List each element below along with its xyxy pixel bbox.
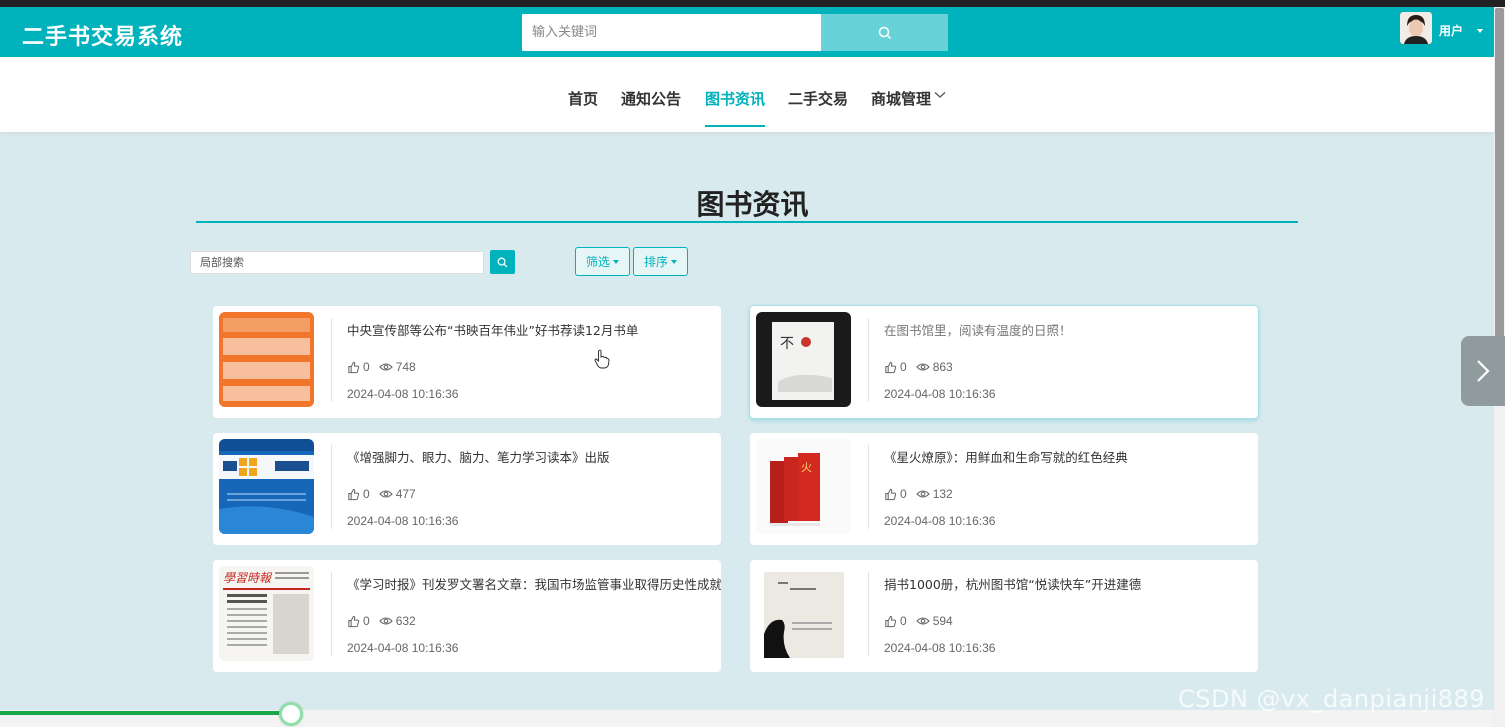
like-count: 0 <box>363 614 370 628</box>
view-count: 477 <box>395 487 416 501</box>
view-count: 132 <box>932 487 953 501</box>
like-count: 0 <box>900 614 907 628</box>
window-top-strip <box>0 0 1505 7</box>
article-stats: 0 863 <box>884 360 953 374</box>
nav-mall-management[interactable]: 商城管理 <box>871 88 931 109</box>
article-date: 2024-04-08 10:16:36 <box>884 514 996 528</box>
article-date: 2024-04-08 10:16:36 <box>884 641 996 655</box>
article-title[interactable]: 《学习时报》刊发罗文署名文章：我国市场监管事业取得历史性成就 <box>347 574 721 593</box>
filter-label: 筛选 <box>585 255 610 269</box>
article-stats: 0 477 <box>347 487 416 501</box>
article-date: 2024-04-08 10:16:36 <box>347 641 459 655</box>
chevron-right-icon <box>1477 360 1490 382</box>
article-date: 2024-04-08 10:16:36 <box>347 387 459 401</box>
site-logo-title[interactable]: 二手书交易系统 <box>22 19 183 51</box>
article-thumbnail[interactable] <box>219 439 314 534</box>
thumbs-up-icon[interactable] <box>884 361 897 374</box>
search-icon <box>878 26 891 39</box>
title-divider <box>196 221 1298 223</box>
next-slide-button[interactable] <box>1461 336 1505 406</box>
view-count: 748 <box>395 360 416 374</box>
thumbs-up-icon[interactable] <box>884 488 897 501</box>
hand-cursor-icon <box>594 349 610 369</box>
article-card[interactable]: 《增强脚力、眼力、脑力、笔力学习读本》出版 0 477 2024-04-08 1… <box>213 433 721 545</box>
chevron-down-icon[interactable] <box>934 91 946 99</box>
article-thumbnail[interactable] <box>756 566 851 661</box>
article-thumbnail[interactable]: 火 <box>756 439 851 534</box>
article-title[interactable]: 捐书1000册，杭州图书馆“悦读快车”开进建德 <box>884 574 1258 593</box>
article-stats: 0 594 <box>884 614 953 628</box>
thumbs-up-icon[interactable] <box>347 361 360 374</box>
card-divider <box>868 318 869 402</box>
nav-second-hand[interactable]: 二手交易 <box>788 88 848 109</box>
article-date: 2024-04-08 10:16:36 <box>884 387 996 401</box>
search-icon <box>497 257 508 267</box>
article-title[interactable]: 中央宣传部等公布“书映百年伟业”好书荐读12月书单 <box>347 320 721 339</box>
card-divider <box>331 445 332 529</box>
article-thumbnail[interactable]: 不 <box>756 312 851 407</box>
card-divider <box>868 572 869 656</box>
card-divider <box>331 572 332 656</box>
article-title[interactable]: 在图书馆里，阅读有温度的日照！ <box>884 320 1258 339</box>
local-search-input[interactable] <box>190 251 484 274</box>
article-card[interactable]: 火 《星火燎原》：用鲜血和生命写就的红色经典 0 132 2024-04-08 … <box>750 433 1258 545</box>
global-search-input[interactable] <box>522 14 821 51</box>
local-search-button[interactable] <box>490 250 515 274</box>
article-title[interactable]: 《增强脚力、眼力、脑力、笔力学习读本》出版 <box>347 447 721 466</box>
eye-icon <box>915 617 930 625</box>
view-count: 863 <box>932 360 953 374</box>
article-thumbnail[interactable]: 學習時報 <box>219 566 314 661</box>
svg-text:學習時報: 學習時報 <box>223 571 273 585</box>
eye-icon <box>378 617 393 625</box>
username-label[interactable]: 用户 <box>1439 22 1463 39</box>
article-thumbnail[interactable] <box>219 312 314 407</box>
view-count: 632 <box>395 614 416 628</box>
caret-down-icon <box>613 259 619 264</box>
article-date: 2024-04-08 10:16:36 <box>347 514 459 528</box>
article-card[interactable]: 學習時報 《学习时报》刊发罗文署名文章：我国市场监管事业取得历史性成就 0 63… <box>213 560 721 672</box>
global-search <box>522 14 948 51</box>
filter-dropdown-button[interactable]: 筛选 <box>575 247 630 276</box>
avatar-image <box>1400 12 1432 44</box>
article-card[interactable]: 不 在图书馆里，阅读有温度的日照！ 0 863 2024-04-08 10:16… <box>750 306 1258 418</box>
thumbs-up-icon[interactable] <box>347 615 360 628</box>
top-header: 二手书交易系统 用户 <box>0 7 1505 57</box>
article-stats: 0 748 <box>347 360 416 374</box>
main-nav: 首页 通知公告 图书资讯 二手交易 商城管理 <box>0 57 1494 132</box>
article-card[interactable]: 中央宣传部等公布“书映百年伟业”好书荐读12月书单 0 748 2024-04-… <box>213 306 721 418</box>
eye-icon <box>915 490 930 498</box>
view-count: 594 <box>932 614 953 628</box>
page-title: 图书资讯 <box>696 188 809 221</box>
user-avatar[interactable] <box>1400 12 1432 44</box>
sort-label: 排序 <box>643 255 668 269</box>
thumbs-up-icon[interactable] <box>884 615 897 628</box>
video-progress-fill <box>0 711 291 715</box>
article-stats: 0 632 <box>347 614 416 628</box>
card-divider <box>868 445 869 529</box>
article-card[interactable]: 捐书1000册，杭州图书馆“悦读快车”开进建德 0 594 2024-04-08… <box>750 560 1258 672</box>
like-count: 0 <box>363 487 370 501</box>
nav-book-news[interactable]: 图书资讯 <box>705 88 765 109</box>
nav-home[interactable]: 首页 <box>568 88 598 109</box>
nav-notices[interactable]: 通知公告 <box>621 88 681 109</box>
article-stats: 0 132 <box>884 487 953 501</box>
caret-down-icon <box>671 259 677 264</box>
svg-text:火: 火 <box>801 461 812 474</box>
global-search-button[interactable] <box>821 14 948 51</box>
watermark-text: CSDN @vx_danpianji889 <box>1178 685 1486 713</box>
like-count: 0 <box>363 360 370 374</box>
nav-active-indicator <box>705 125 765 127</box>
eye-icon <box>378 363 393 371</box>
sort-dropdown-button[interactable]: 排序 <box>633 247 688 276</box>
eye-icon <box>378 490 393 498</box>
svg-text:不: 不 <box>780 336 794 352</box>
video-progress-handle[interactable] <box>279 702 303 726</box>
caret-down-icon[interactable] <box>1477 29 1483 33</box>
eye-icon <box>915 363 930 371</box>
like-count: 0 <box>900 487 907 501</box>
thumbs-up-icon[interactable] <box>347 488 360 501</box>
like-count: 0 <box>900 360 907 374</box>
card-divider <box>331 318 332 402</box>
article-title[interactable]: 《星火燎原》：用鲜血和生命写就的红色经典 <box>884 447 1258 466</box>
